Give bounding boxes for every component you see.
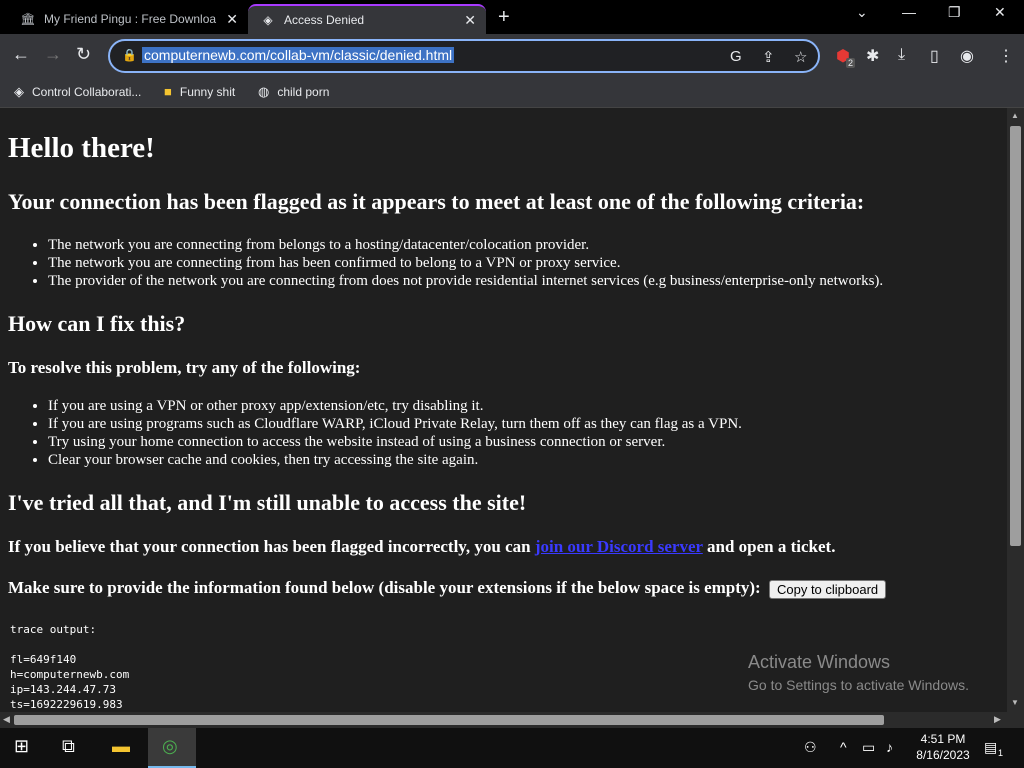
page-title: Hello there! [8, 132, 155, 164]
believe-text: If you believe that your connection has … [8, 537, 835, 557]
horizontal-scrollbar[interactable]: ◀ ▶ [0, 712, 1007, 728]
activate-windows-watermark: Activate Windows Go to Settings to activ… [748, 652, 969, 693]
believe-post: and open a ticket. [707, 537, 836, 556]
people-icon[interactable]: ⚇ [804, 739, 817, 756]
tried-heading: I've tried all that, and I'm still unabl… [8, 490, 527, 515]
task-view-icon[interactable]: ⧉ [62, 736, 75, 757]
folder-icon: ■ [164, 84, 172, 99]
tab-close-icon[interactable]: ✕ [464, 12, 476, 29]
back-icon[interactable]: ← [12, 44, 30, 65]
list-item: If you are using a VPN or other proxy ap… [48, 397, 742, 415]
believe-pre: If you believe that your connection has … [8, 537, 531, 556]
scroll-corner [1007, 712, 1024, 728]
minimize-button[interactable]: — [902, 4, 916, 20]
bookmark-funny[interactable]: ■ Funny shit [164, 84, 235, 99]
bookmark-label: Funny shit [179, 84, 236, 99]
scroll-up-icon[interactable]: ▲ [1011, 111, 1019, 120]
side-panel-icon[interactable]: ▯ [930, 46, 939, 66]
tab-pingu[interactable]: 🏛 My Friend Pingu : Free Downloa ✕ [8, 4, 248, 34]
copy-to-clipboard-button[interactable]: Copy to clipboard [768, 579, 887, 599]
clock-time: 4:51 PM [920, 732, 966, 746]
address-bar[interactable]: 🔒 computernewb.com/collab-vm/classic/den… [108, 39, 820, 73]
url-text[interactable]: computernewb.com/collab-vm/classic/denie… [142, 47, 455, 63]
reload-icon[interactable]: ↻ [76, 44, 91, 65]
scroll-right-icon[interactable]: ▶ [994, 714, 1001, 725]
collabvm-icon: ◈ [14, 84, 24, 99]
chrome-icon: ◎ [162, 736, 178, 756]
notification-count: 1 [998, 748, 1004, 758]
archive-icon: 🏛 [20, 12, 36, 26]
show-hidden-icons[interactable]: ^ [840, 739, 847, 755]
forward-icon[interactable]: → [44, 44, 62, 65]
extensions-icon[interactable]: ✱ [866, 46, 879, 66]
notification-icon[interactable]: ▤ [984, 739, 997, 756]
bookmark-star-icon[interactable]: ☆ [794, 48, 807, 66]
list-item: The provider of the network you are conn… [48, 272, 883, 290]
menu-dots-icon[interactable]: ⋮ [998, 46, 1014, 66]
provide-label: Make sure to provide the information fou… [8, 578, 761, 597]
discord-link[interactable]: join our Discord server [535, 537, 703, 556]
globe-icon: ◍ [258, 84, 270, 99]
file-explorer-icon[interactable]: ▬ [112, 736, 130, 757]
tab-access-denied[interactable]: ◈ Access Denied ✕ [248, 4, 486, 34]
collabvm-icon: ◈ [263, 13, 273, 27]
bookmark-label: Control Collaborati... [32, 85, 142, 99]
restore-button[interactable]: ❐ [948, 4, 961, 21]
chrome-taskbar-button[interactable]: ◎ [148, 728, 196, 768]
tab-title: My Friend Pingu : Free Downloa [44, 12, 217, 26]
tab-search-icon[interactable]: ⌄ [856, 4, 868, 21]
trace-output: trace output: fl=649f140 h=computernewb.… [10, 623, 130, 711]
list-item: The network you are connecting from belo… [48, 236, 883, 254]
network-icon[interactable]: ▭ [862, 739, 875, 756]
watermark-title: Activate Windows [748, 652, 891, 672]
horizontal-scroll-thumb[interactable] [14, 715, 884, 725]
extension-badge: 2 [846, 58, 856, 68]
profile-avatar-icon[interactable]: ◉ [960, 46, 974, 66]
bookmarks-bar: ◈ Control Collaborati... ■ Funny shit ◍ … [0, 78, 1024, 108]
list-item: Clear your browser cache and cookies, th… [48, 451, 742, 469]
tab-close-icon[interactable]: ✕ [226, 11, 238, 28]
scroll-left-icon[interactable]: ◀ [3, 714, 10, 725]
scroll-down-icon[interactable]: ▼ [1011, 698, 1019, 707]
page-content: Hello there! Your connection has been fl… [0, 108, 1007, 712]
close-window-button[interactable]: ✕ [994, 4, 1006, 21]
flagged-heading: Your connection has been flagged as it a… [8, 189, 865, 214]
vertical-scrollbar[interactable]: ▲ ▼ [1007, 108, 1024, 712]
resolve-heading: To resolve this problem, try any of the … [8, 358, 361, 377]
list-item: The network you are connecting from has … [48, 254, 883, 272]
criteria-list: The network you are connecting from belo… [48, 236, 883, 290]
list-item: Try using your home connection to access… [48, 433, 742, 451]
windows-start-icon[interactable]: ⊞ [14, 736, 29, 757]
bookmark-label: child porn [277, 85, 330, 99]
clock[interactable]: 4:51 PM 8/16/2023 [910, 731, 976, 763]
lock-icon[interactable]: 🔒 [122, 48, 137, 62]
clock-date: 8/16/2023 [916, 748, 970, 762]
fix-heading: How can I fix this? [8, 311, 186, 336]
browser-toolbar: ← → ↻ 🔒 computernewb.com/collab-vm/class… [0, 34, 1024, 78]
windows-taskbar: ⊞ ⧉ ▬ ◎ ⚇ ^ ▭ ♪ 4:51 PM 8/16/2023 ▤ 1 [0, 728, 1024, 768]
vertical-scroll-thumb[interactable] [1010, 126, 1021, 546]
provide-text: Make sure to provide the information fou… [8, 578, 887, 599]
volume-icon[interactable]: ♪ [886, 739, 893, 755]
new-tab-button[interactable]: + [498, 6, 510, 29]
watermark-subtitle: Go to Settings to activate Windows. [748, 677, 969, 693]
share-icon[interactable]: ⇪ [762, 48, 775, 66]
tab-title: Access Denied [284, 13, 365, 27]
list-item: If you are using programs such as Cloudf… [48, 415, 742, 433]
tab-strip: 🏛 My Friend Pingu : Free Downloa ✕ ◈ Acc… [0, 0, 1024, 34]
download-icon[interactable]: ⤓ [898, 46, 905, 64]
google-icon[interactable]: G [730, 48, 742, 65]
bookmark-third[interactable]: ◍ child porn [258, 84, 329, 100]
bookmark-control-collab[interactable]: ◈ Control Collaborati... [14, 84, 141, 100]
fixes-list: If you are using a VPN or other proxy ap… [48, 397, 742, 469]
